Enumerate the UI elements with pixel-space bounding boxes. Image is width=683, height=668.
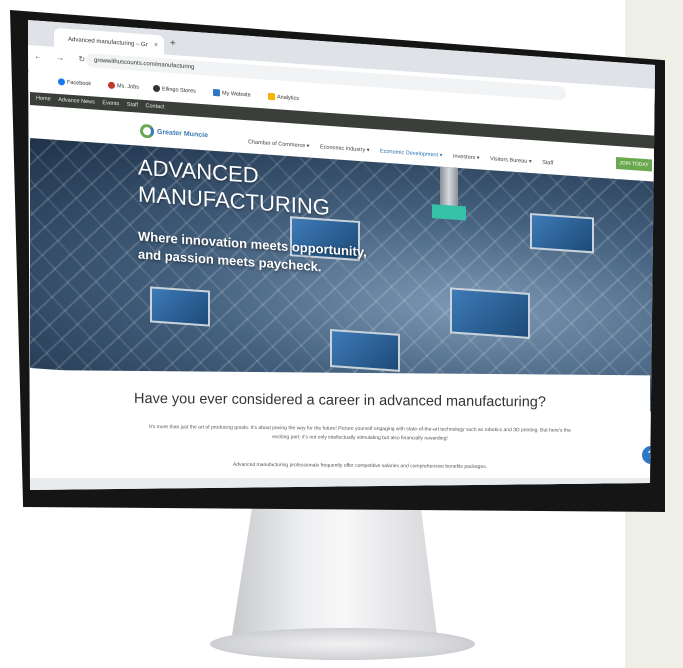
section-headline: Have you ever considered a career in adv…: [134, 390, 546, 411]
hero-title: ADVANCED MANUFACTURING: [138, 154, 330, 220]
menu-item[interactable]: Visitors Bureau ▾: [490, 156, 531, 165]
section-paragraph-2: Advanced manufacturing professionals fre…: [232, 461, 488, 470]
chip-image: [330, 328, 400, 372]
menu-item[interactable]: Staff: [542, 160, 553, 167]
robot-arm: [440, 166, 458, 208]
chip-image: [150, 286, 210, 327]
monitor: Advanced manufacturing – Gr × + ← → ↻ gr…: [0, 0, 683, 520]
analytics-icon: [268, 92, 275, 101]
menu-item[interactable]: Chamber of Commerce ▾: [248, 139, 309, 149]
menu-item[interactable]: Economic Industry ▾: [320, 144, 370, 153]
robot-arm-head: [432, 204, 466, 221]
site-logo[interactable]: Greater Muncie: [140, 123, 208, 143]
facebook-icon: [58, 78, 65, 86]
bookmark-item[interactable]: Facebook: [58, 78, 91, 87]
monitor-stand-neck: [232, 505, 437, 635]
chip-image: [450, 287, 530, 339]
topnav-item[interactable]: Home: [36, 95, 51, 102]
browser-tab-title: Advanced manufacturing – Gr: [68, 36, 148, 49]
menu-item-active[interactable]: Economic Development ▾: [380, 148, 442, 158]
join-button[interactable]: JOIN TODAY: [616, 156, 652, 172]
bookmark-icon: [213, 88, 220, 97]
bookmark-item[interactable]: My Website: [213, 88, 251, 99]
chip-image: [530, 212, 594, 254]
bookmark-item[interactable]: Ellingo Stores: [153, 84, 196, 95]
bookmark-icon: [153, 84, 160, 93]
new-tab-button[interactable]: +: [170, 38, 176, 49]
monitor-stand-base: [210, 628, 475, 660]
topnav-item[interactable]: Events: [102, 100, 119, 107]
topnav-item[interactable]: Contact: [146, 103, 165, 110]
nav-arrows-icon[interactable]: ← → ↻: [34, 51, 91, 64]
section-paragraph: It's more than just the art of producing…: [149, 424, 571, 442]
bookmark-item[interactable]: Ms. Jobs: [108, 81, 139, 91]
monitor-screen: Advanced manufacturing – Gr × + ← → ↻ gr…: [28, 20, 655, 490]
page-content: Have you ever considered a career in adv…: [30, 370, 650, 486]
topnav-item[interactable]: Staff: [127, 102, 138, 109]
menu-item[interactable]: Investors ▾: [453, 154, 480, 162]
topnav-item[interactable]: Advance News: [58, 97, 95, 106]
bookmark-icon: [108, 81, 115, 90]
bookmark-item[interactable]: Analytics: [268, 92, 299, 102]
logo-icon: [140, 123, 154, 139]
